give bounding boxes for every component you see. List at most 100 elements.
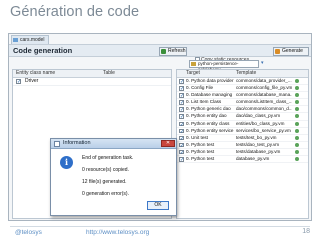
status-dot-icon <box>295 79 299 83</box>
column-header-table[interactable]: Table <box>103 70 115 77</box>
table-row[interactable]: ✓ 0. Python test database_py.vm <box>177 156 308 164</box>
status-dot-icon <box>295 121 299 126</box>
template-file: dao/commons/common_d... <box>236 106 292 112</box>
template-file: dao/dao_class_py.vm <box>236 113 281 119</box>
table-row[interactable]: ✓ 0. Python generic dao dao/commons/common… <box>177 106 308 114</box>
status-dot-icon <box>295 107 299 112</box>
refresh-button-label: Refresh <box>168 48 186 54</box>
chevron-down-icon[interactable]: ▾ <box>261 61 266 66</box>
dialog-message-2: 0 resource(s) copied. <box>82 167 129 173</box>
status-dot-icon <box>295 100 299 105</box>
template-target: 0. Config File <box>186 85 214 91</box>
template-target: 0. Python entity class <box>186 120 230 126</box>
status-dot-icon <box>295 142 299 147</box>
refresh-icon <box>161 49 166 54</box>
model-file-icon <box>13 38 18 42</box>
template-target: 0. Python test <box>186 156 215 162</box>
template-target: 0. Unit test <box>186 134 208 140</box>
template-checkbox[interactable]: ✓ <box>179 107 184 113</box>
bundle-icon <box>191 62 196 66</box>
table-row[interactable]: ✓ 0. Config File commons/config_file_py.vm <box>177 85 308 93</box>
bundle-select[interactable]: python-persistence-sqlalchemy <box>189 60 259 72</box>
template-checkbox[interactable]: ✓ <box>179 93 184 98</box>
template-target: 0. Python generic dao <box>186 106 231 112</box>
template-file: commons/config_file_py.vm <box>236 85 292 91</box>
status-dot-icon <box>295 86 299 91</box>
status-dot-icon <box>295 93 299 98</box>
info-icon: i <box>60 156 73 169</box>
template-target: 0. Python test <box>186 141 215 147</box>
template-target: 0. Python test <box>186 148 215 154</box>
table-row[interactable]: ✓ 0. Python data provider commons/data_pro… <box>177 78 308 86</box>
table-row[interactable]: ✓ 0. Python entity service services/bo_ser… <box>177 128 308 135</box>
dialog-message-1: End of generation task. <box>82 155 134 161</box>
dialog-titlebar[interactable]: Information ✕ <box>51 139 176 149</box>
entity-checkbox[interactable]: ✓ <box>16 79 21 85</box>
template-checkbox[interactable]: ✓ <box>179 79 184 84</box>
template-file: services/bo_service_py.vm <box>236 127 291 133</box>
close-icon[interactable]: ✕ <box>161 140 175 147</box>
template-checkbox[interactable]: ✓ <box>179 86 184 91</box>
table-row[interactable]: ✓ 0. Python test tests/dao_test_py.vm <box>177 142 308 149</box>
editor-tab[interactable]: cars.model <box>11 35 49 44</box>
template-target: 0. Python data provider <box>186 78 234 83</box>
template-file: commons/ListItem_class_... <box>236 99 292 105</box>
slide-title: Génération de code <box>10 4 140 20</box>
table-row[interactable]: ✓ 0. Database managing commons/database_ma… <box>177 92 308 100</box>
template-checkbox[interactable]: ✓ <box>179 121 184 127</box>
table-row[interactable]: ✓ 0. Unit test tests/test_bo_py.vm <box>177 135 308 142</box>
generate-button-label: Generate <box>282 48 303 54</box>
editor-header-title: Code generation <box>13 46 73 55</box>
editor-tab-label: cars.model <box>20 37 45 43</box>
template-file: tests/database_py.vm <box>236 148 281 154</box>
table-row[interactable]: ✓ 0. Python entity dao dao/dao_class_py.vm <box>177 113 308 121</box>
status-dot-icon <box>295 157 299 162</box>
template-target: 0. Python entity service <box>186 127 234 133</box>
generate-button[interactable]: Generate <box>273 47 309 56</box>
generate-icon <box>275 49 280 54</box>
column-header-template[interactable]: Template <box>236 70 256 77</box>
template-rows: ✓ 0. Python data provider commons/data_pro… <box>177 78 308 164</box>
template-file: entities/bo_class_py.vm <box>236 120 285 126</box>
table-row[interactable]: ✓ 0. Python test tests/database_py.vm <box>177 148 308 157</box>
footer-url[interactable]: http://www.telosys.org <box>86 229 149 236</box>
template-checkbox[interactable]: ✓ <box>179 157 184 162</box>
dialog-title: Information <box>63 140 91 146</box>
template-target: 0. Database managing <box>186 92 233 98</box>
table-row[interactable]: ✓ 0. List Item Class commons/ListItem_clas… <box>177 99 308 107</box>
page-number: 18 <box>302 228 310 235</box>
table-row[interactable]: ✓ 0. Python entity class entities/bo_class… <box>177 121 308 128</box>
window-icon <box>54 141 60 147</box>
column-header-entity[interactable]: Entity class name <box>16 70 55 77</box>
refresh-button[interactable]: Refresh <box>159 47 187 56</box>
template-table: Target Template ✓ 0. Python data provider… <box>176 69 309 219</box>
footer-divider <box>10 226 310 227</box>
status-dot-icon <box>295 135 299 140</box>
template-file: commons/database_mana... <box>236 92 292 98</box>
footer-handle: @telosys <box>15 229 42 236</box>
template-table-header: Target Template <box>177 70 308 78</box>
template-checkbox[interactable]: ✓ <box>179 142 184 148</box>
template-file: tests/test_bo_py.vm <box>236 134 277 140</box>
ok-button[interactable]: OK <box>147 201 169 210</box>
entity-name: Driver <box>25 78 39 84</box>
status-dot-icon <box>295 128 299 133</box>
dialog-message-3: 12 file(s) generated. <box>82 179 127 185</box>
table-row[interactable]: ✓ Driver <box>13 78 171 86</box>
template-file: tests/dao_test_py.vm <box>236 141 280 147</box>
template-checkbox[interactable]: ✓ <box>179 128 184 134</box>
template-checkbox[interactable]: ✓ <box>179 149 184 155</box>
template-file: commons/data_provider_... <box>236 78 292 83</box>
template-checkbox[interactable]: ✓ <box>179 100 184 106</box>
template-file: database_py.vm <box>236 156 270 162</box>
entity-table-header: Entity class name Table <box>13 70 171 78</box>
editor-header: Code generation Refresh Copy static reso… <box>9 44 311 63</box>
column-header-target[interactable]: Target <box>186 70 200 77</box>
template-target: 0. Python entity dao <box>186 113 227 119</box>
template-checkbox[interactable]: ✓ <box>179 135 184 141</box>
status-dot-icon <box>295 149 299 154</box>
template-target: 0. List Item Class <box>186 99 222 105</box>
information-dialog: Information ✕ i End of generation task. … <box>50 138 177 216</box>
dialog-message-4: 0 generation error(s). <box>82 191 129 197</box>
template-checkbox[interactable]: ✓ <box>179 114 184 120</box>
